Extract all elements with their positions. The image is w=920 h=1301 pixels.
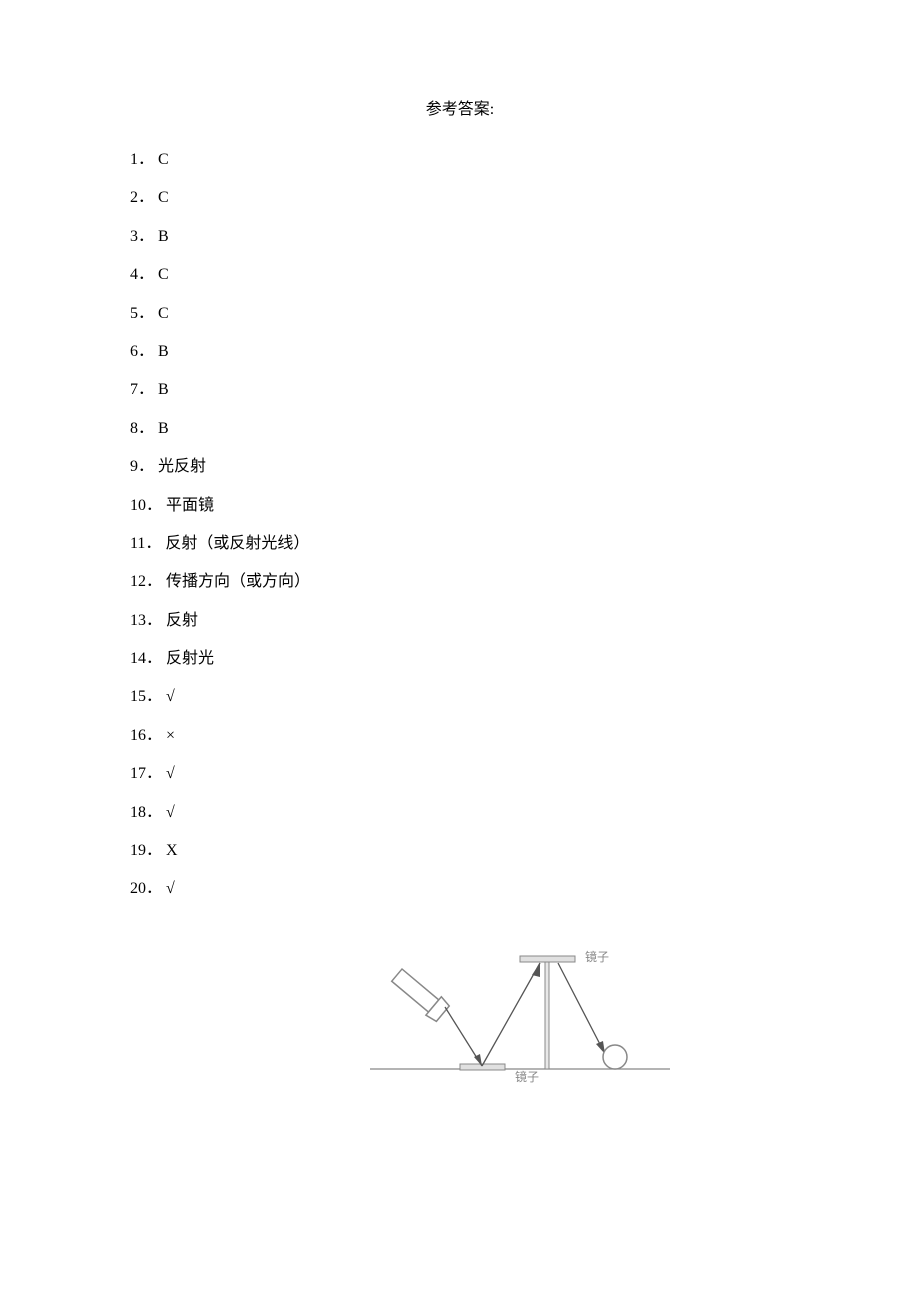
answer-item: 9． 光反射: [130, 448, 790, 486]
answer-item: 14． 反射光: [130, 640, 790, 678]
answer-value: C: [158, 305, 169, 322]
top-mirror-label: 镜子: [585, 949, 609, 964]
answer-value: C: [158, 151, 169, 168]
answer-value: X: [166, 842, 178, 859]
answer-item: 17． √: [130, 755, 790, 793]
answer-key-list: 1． C 2． C 3． B 4． C 5． C 6． B 7． B 8． B …: [130, 141, 790, 909]
answer-number: 8．: [130, 410, 154, 448]
answer-value: B: [158, 420, 169, 437]
answer-item: 5． C: [130, 295, 790, 333]
answer-item: 18． √: [130, 794, 790, 832]
answer-number: 6．: [130, 333, 154, 371]
answer-number: 5．: [130, 295, 154, 333]
answer-number: 3．: [130, 218, 154, 256]
answer-number: 12．: [130, 563, 162, 601]
answer-value: C: [158, 266, 169, 283]
reflection-diagram: 镜子 镜子: [250, 939, 790, 1104]
answer-item: 16． ×: [130, 717, 790, 755]
answer-value: 反射: [166, 612, 198, 629]
bottom-mirror-label: 镜子: [515, 1069, 539, 1084]
answer-value: B: [158, 228, 169, 245]
answer-value: 反射（或反射光线）: [165, 535, 309, 552]
mirror-reflection-icon: 镜子 镜子: [370, 939, 670, 1099]
answer-value: ×: [166, 727, 175, 744]
answer-number: 13．: [130, 602, 162, 640]
answer-number: 18．: [130, 794, 162, 832]
answer-item: 3． B: [130, 218, 790, 256]
answer-value: C: [158, 189, 169, 206]
answer-number: 1．: [130, 141, 154, 179]
answer-item: 10． 平面镜: [130, 487, 790, 525]
page-title: 参考答案:: [130, 95, 790, 119]
answer-number: 15．: [130, 678, 162, 716]
answer-value: B: [158, 343, 169, 360]
answer-item: 1． C: [130, 141, 790, 179]
answer-item: 15． √: [130, 678, 790, 716]
answer-number: 9．: [130, 448, 154, 486]
answer-value: 光反射: [158, 458, 206, 475]
answer-value: B: [158, 381, 169, 398]
answer-value: 反射光: [166, 650, 214, 667]
answer-item: 13． 反射: [130, 602, 790, 640]
answer-item: 8． B: [130, 410, 790, 448]
answer-value: √: [166, 804, 175, 821]
answer-item: 6． B: [130, 333, 790, 371]
answer-number: 11．: [130, 525, 161, 563]
answer-number: 19．: [130, 832, 162, 870]
answer-value: 传播方向（或方向）: [166, 573, 310, 590]
answer-value: √: [166, 880, 175, 897]
answer-number: 20．: [130, 870, 162, 908]
answer-item: 2． C: [130, 179, 790, 217]
answer-value: √: [166, 688, 175, 705]
answer-item: 7． B: [130, 371, 790, 409]
answer-value: 平面镜: [166, 497, 214, 514]
answer-number: 17．: [130, 755, 162, 793]
answer-item: 19． X: [130, 832, 790, 870]
answer-number: 14．: [130, 640, 162, 678]
answer-number: 10．: [130, 487, 162, 525]
answer-value: √: [166, 765, 175, 782]
answer-number: 2．: [130, 179, 154, 217]
answer-number: 16．: [130, 717, 162, 755]
document-page: 参考答案: 1． C 2． C 3． B 4． C 5． C 6． B 7． B…: [0, 0, 920, 1301]
answer-item: 20． √: [130, 870, 790, 908]
answer-item: 11． 反射（或反射光线）: [130, 525, 790, 563]
answer-item: 4． C: [130, 256, 790, 294]
answer-item: 12． 传播方向（或方向）: [130, 563, 790, 601]
answer-number: 7．: [130, 371, 154, 409]
answer-number: 4．: [130, 256, 154, 294]
